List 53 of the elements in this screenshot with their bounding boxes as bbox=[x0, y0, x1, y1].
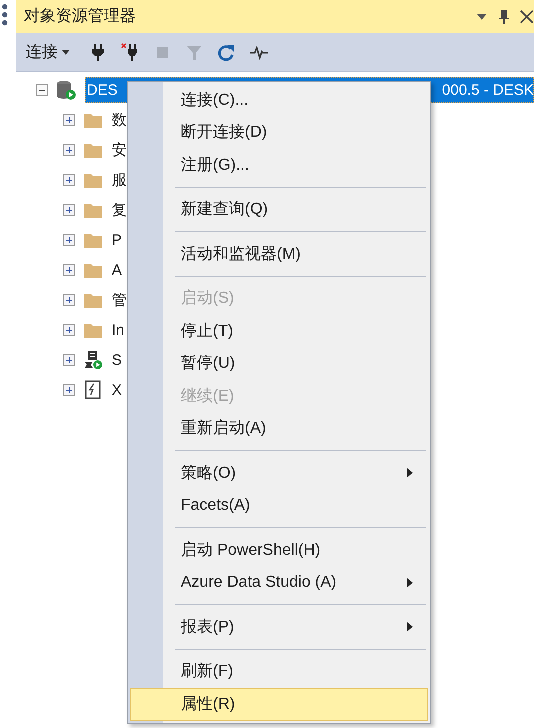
expand-toggle[interactable] bbox=[63, 294, 75, 306]
tree-item-label[interactable]: 管 bbox=[112, 290, 127, 310]
panel-title: 对象资源管理器 bbox=[24, 6, 137, 27]
pin-icon[interactable] bbox=[498, 8, 510, 24]
caret-icon bbox=[62, 50, 70, 54]
submenu-arrow-icon bbox=[407, 468, 413, 478]
tree-item-label: DES bbox=[87, 82, 118, 98]
tree-item-label[interactable]: P bbox=[112, 232, 122, 248]
menu-item[interactable]: 策略(O) bbox=[130, 457, 428, 490]
menu-item[interactable]: Facets(A) bbox=[130, 490, 428, 522]
database-icon bbox=[56, 80, 76, 100]
menu-item[interactable]: 属性(R) bbox=[130, 688, 428, 720]
tree-item-label[interactable]: X bbox=[112, 382, 122, 398]
submenu-arrow-icon bbox=[407, 622, 413, 632]
plug-cross-icon[interactable] bbox=[121, 42, 140, 62]
expand-toggle[interactable] bbox=[63, 354, 75, 366]
expand-toggle[interactable] bbox=[63, 264, 75, 276]
menu-item[interactable]: 暂停(U) bbox=[130, 348, 428, 380]
tree-item-label[interactable]: 服 bbox=[112, 170, 127, 190]
expand-toggle[interactable] bbox=[63, 324, 75, 336]
tree-item-label[interactable]: 复 bbox=[112, 200, 127, 220]
close-icon[interactable] bbox=[520, 10, 534, 24]
tree-item-label[interactable]: S bbox=[112, 352, 122, 368]
expand-toggle[interactable] bbox=[63, 174, 75, 186]
menu-item[interactable]: 启动 PowerShell(H) bbox=[130, 534, 428, 566]
expand-toggle[interactable] bbox=[63, 204, 75, 216]
expand-toggle[interactable] bbox=[63, 114, 75, 126]
tree-item-label: 000.5 - DESK bbox=[442, 82, 534, 98]
menu-item[interactable]: 新建查询(Q) bbox=[130, 194, 428, 226]
tree-item-label[interactable]: 安 bbox=[112, 140, 127, 160]
expand-toggle[interactable] bbox=[63, 384, 75, 396]
menu-item[interactable]: 停止(T) bbox=[130, 315, 428, 348]
agent-icon bbox=[83, 350, 103, 370]
menu-item[interactable]: 报表(P) bbox=[130, 611, 428, 644]
menu-item[interactable]: 断开连接(D) bbox=[130, 116, 428, 149]
menu-item[interactable]: Azure Data Studio (A) bbox=[130, 566, 428, 599]
grip-icon[interactable] bbox=[1, 4, 9, 26]
expand-toggle[interactable] bbox=[63, 234, 75, 246]
tree-item-label[interactable]: 数 bbox=[112, 110, 127, 130]
refresh-icon[interactable] bbox=[217, 42, 236, 62]
submenu-arrow-icon bbox=[407, 578, 413, 588]
expand-toggle[interactable] bbox=[63, 144, 75, 156]
event-icon bbox=[83, 380, 103, 400]
connect-button[interactable]: 连接 bbox=[26, 42, 70, 62]
menu-item[interactable]: 活动和监视器(M) bbox=[130, 238, 428, 270]
dropdown-icon[interactable] bbox=[476, 12, 488, 20]
tree-item-label[interactable]: In bbox=[112, 322, 125, 338]
menu-item[interactable]: 刷新(F) bbox=[130, 656, 428, 688]
menu-item[interactable]: 注册(G)... bbox=[130, 149, 428, 182]
menu-item[interactable]: 连接(C)... bbox=[130, 84, 428, 116]
collapse-toggle[interactable] bbox=[36, 84, 48, 96]
menu-item[interactable]: 重新启动(A) bbox=[130, 412, 428, 445]
tree-item-label[interactable]: A bbox=[112, 262, 122, 278]
